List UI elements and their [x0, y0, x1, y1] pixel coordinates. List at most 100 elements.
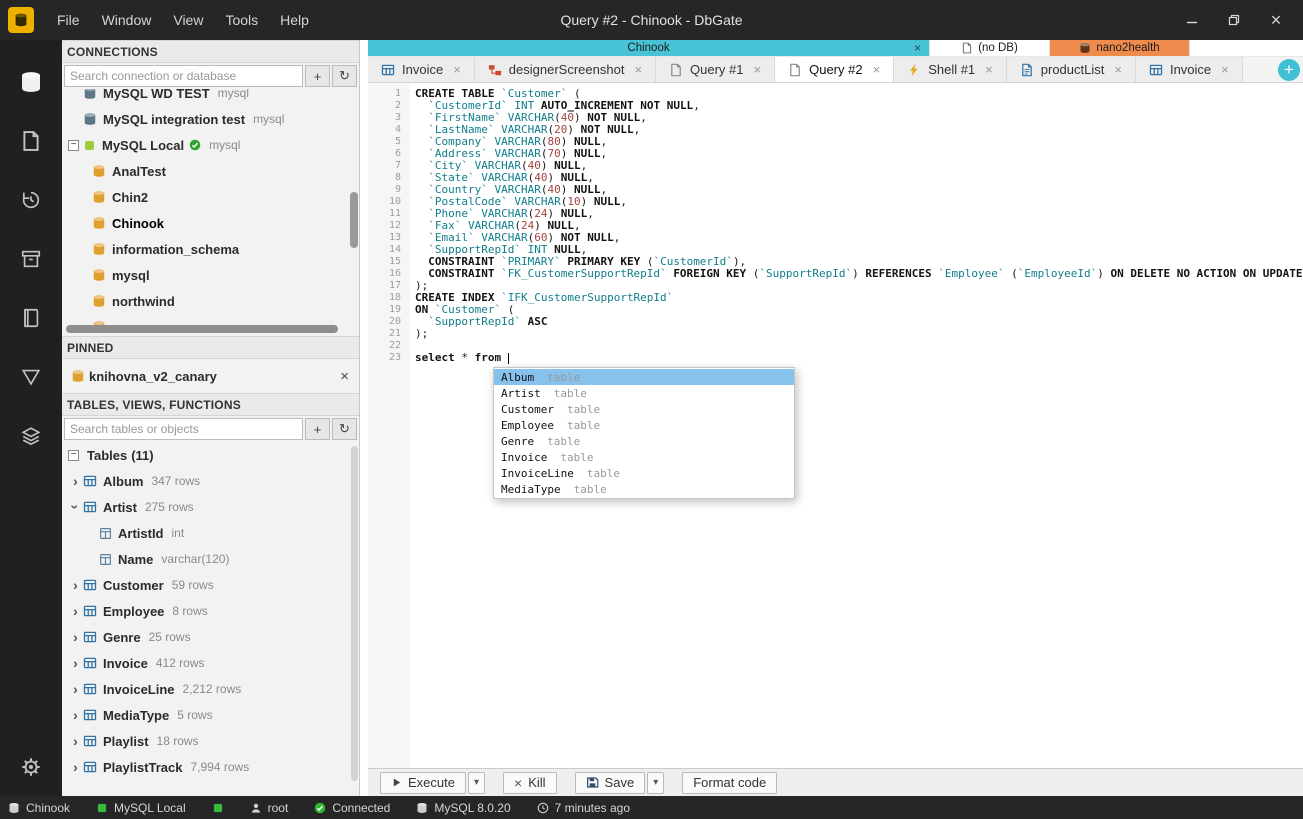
refresh-connections-icon[interactable]: ↻: [332, 65, 357, 87]
database-item[interactable]: information_schema: [62, 236, 359, 262]
status-indicator[interactable]: [212, 802, 224, 814]
new-tab-button[interactable]: +: [1278, 59, 1300, 81]
scrollbar-thumb[interactable]: [351, 446, 358, 781]
scrollbar-thumb[interactable]: [66, 325, 338, 333]
close-tab-icon[interactable]: ×: [634, 62, 642, 77]
refresh-tables-icon[interactable]: ↻: [332, 418, 357, 440]
add-table-button[interactable]: +: [305, 418, 330, 440]
column-item[interactable]: ArtistId int: [62, 520, 359, 546]
scrollbar-thumb[interactable]: [350, 192, 358, 248]
minimize-button[interactable]: [1181, 9, 1203, 31]
menu-window[interactable]: Window: [91, 12, 163, 28]
chevron-icon[interactable]: ›: [68, 733, 83, 749]
execute-button[interactable]: Execute: [380, 771, 466, 794]
menu-tools[interactable]: Tools: [214, 12, 269, 28]
tab-invoice-partial[interactable]: Invoice ×: [1135, 57, 1243, 82]
chevron-icon[interactable]: ›: [68, 681, 83, 697]
connection-item[interactable]: − MySQL Local mysql: [62, 132, 359, 158]
tables-search-input[interactable]: [64, 418, 303, 440]
maximize-button[interactable]: [1223, 9, 1245, 31]
close-tab-icon[interactable]: ×: [985, 62, 993, 77]
connection-item[interactable]: MySQL WD TEST mysql: [62, 89, 359, 106]
table-item[interactable]: › Artist 275 rows: [62, 494, 359, 520]
save-button[interactable]: Save: [574, 771, 646, 794]
menu-file[interactable]: File: [46, 12, 91, 28]
chevron-icon[interactable]: ›: [68, 629, 83, 645]
chevron-icon[interactable]: ›: [68, 473, 83, 489]
tab-shell-1[interactable]: Shell #1 ×: [894, 57, 1007, 82]
menu-help[interactable]: Help: [269, 12, 320, 28]
close-button[interactable]: ×: [1265, 9, 1287, 31]
collapse-toggle-icon[interactable]: −: [68, 449, 79, 461]
autocomplete-item[interactable]: InvoiceLine table: [494, 465, 794, 481]
autocomplete-item[interactable]: Employee table: [494, 417, 794, 433]
autocomplete-item[interactable]: MediaType table: [494, 481, 794, 497]
sidebar-docs-icon[interactable]: [0, 288, 62, 347]
status-7-minutes-ago[interactable]: 7 minutes ago: [537, 801, 630, 815]
add-connection-button[interactable]: +: [305, 65, 330, 87]
chevron-icon[interactable]: ›: [68, 655, 83, 671]
table-item[interactable]: › PlaylistTrack 7,994 rows: [62, 754, 359, 780]
autocomplete-item[interactable]: Artist table: [494, 385, 794, 401]
status-connected[interactable]: Connected: [314, 801, 390, 815]
tab-designerscreenshot[interactable]: designerScreenshot ×: [474, 57, 657, 82]
database-item[interactable]: AnalTest: [62, 158, 359, 184]
tab-query-1[interactable]: Query #1 ×: [656, 57, 776, 82]
unpin-icon[interactable]: ×: [340, 368, 349, 385]
database-item[interactable]: Chinook: [62, 210, 359, 236]
chevron-icon[interactable]: ›: [68, 707, 83, 723]
table-item[interactable]: › Invoice 412 rows: [62, 650, 359, 676]
tab-query-2[interactable]: Query #2 ×: [775, 57, 895, 82]
sidebar-history-icon[interactable]: [0, 170, 62, 229]
tab-invoice[interactable]: Invoice ×: [368, 57, 475, 82]
collapse-toggle-icon[interactable]: −: [68, 139, 79, 151]
db-strip-no-db[interactable]: (no DB): [930, 40, 1050, 56]
table-item[interactable]: › Genre 25 rows: [62, 624, 359, 650]
status-mysql-8-0-20[interactable]: MySQL 8.0.20: [416, 801, 511, 815]
pinned-item[interactable]: knihovna_v2_canary ×: [62, 359, 359, 393]
sidebar-archive-icon[interactable]: [0, 229, 62, 288]
autocomplete-item[interactable]: Invoice table: [494, 449, 794, 465]
chevron-icon[interactable]: ›: [68, 759, 83, 775]
sidebar-query-designer-icon[interactable]: [0, 347, 62, 406]
kill-button[interactable]: × Kill: [503, 771, 557, 794]
save-dropdown-button[interactable]: ▾: [647, 771, 665, 794]
chevron-icon[interactable]: ›: [68, 603, 83, 619]
status-mysql-local[interactable]: MySQL Local: [96, 801, 186, 815]
close-tab-icon[interactable]: ×: [453, 62, 461, 77]
tab-productlist[interactable]: productList ×: [1006, 57, 1136, 82]
status-root[interactable]: root: [250, 801, 288, 815]
database-item[interactable]: mysql: [62, 262, 359, 288]
database-item[interactable]: northwind: [62, 288, 359, 314]
close-tab-icon[interactable]: ×: [1221, 62, 1229, 77]
table-item[interactable]: › Employee 8 rows: [62, 598, 359, 624]
table-item[interactable]: › Customer 59 rows: [62, 572, 359, 598]
table-item[interactable]: › Playlist 18 rows: [62, 728, 359, 754]
sidebar-files-icon[interactable]: [0, 111, 62, 170]
sql-editor[interactable]: 1 2 3 4 5 6 7 8 9 10 11 12 13 14 15 16 17 18 19 20 21 22 23 CR…: [368, 83, 1303, 768]
close-tab-icon[interactable]: ×: [873, 62, 881, 77]
column-item[interactable]: Name varchar(120): [62, 546, 359, 572]
db-strip-chinook[interactable]: Chinook ×: [368, 40, 930, 56]
menu-view[interactable]: View: [162, 12, 214, 28]
sidebar-settings-icon[interactable]: [0, 737, 62, 796]
tables-group-row[interactable]: − Tables (11): [62, 442, 359, 468]
table-item[interactable]: › MediaType 5 rows: [62, 702, 359, 728]
autocomplete-item[interactable]: Customer table: [494, 401, 794, 417]
close-tab-icon[interactable]: ×: [754, 62, 762, 77]
execute-dropdown-button[interactable]: ▾: [467, 771, 486, 794]
table-item[interactable]: › InvoiceLine 2,212 rows: [62, 676, 359, 702]
format-code-button[interactable]: Format code: [682, 771, 778, 794]
db-strip-nano2health[interactable]: nano2health: [1050, 40, 1190, 56]
sidebar-cells-icon[interactable]: [0, 406, 62, 465]
close-icon[interactable]: ×: [914, 42, 921, 54]
chevron-icon[interactable]: ›: [68, 577, 83, 593]
sidebar-connections-icon[interactable]: [0, 52, 62, 111]
chevron-icon[interactable]: ›: [68, 500, 84, 515]
connection-item[interactable]: MySQL integration test mysql: [62, 106, 359, 132]
autocomplete-item[interactable]: Genre table: [494, 433, 794, 449]
connections-search-input[interactable]: [64, 65, 303, 87]
close-tab-icon[interactable]: ×: [1114, 62, 1122, 77]
status-chinook[interactable]: Chinook: [8, 801, 70, 815]
database-item[interactable]: Chin2: [62, 184, 359, 210]
